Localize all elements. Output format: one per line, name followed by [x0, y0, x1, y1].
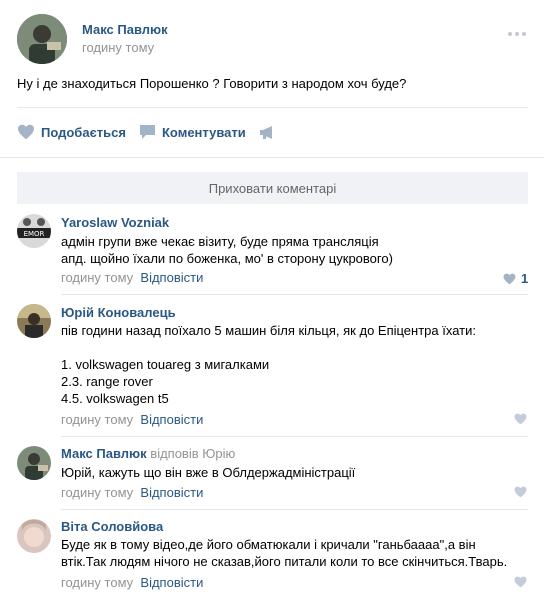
- comment-time[interactable]: годину тому: [61, 270, 133, 285]
- comment-avatar[interactable]: [17, 446, 51, 480]
- comment-author[interactable]: Юрій Коновалець: [61, 305, 176, 320]
- actions-divider: [0, 157, 544, 158]
- heart-icon: [514, 413, 527, 425]
- comment-meta: годину тому Відповісти: [61, 412, 203, 427]
- comment-avatar[interactable]: EMOR: [17, 214, 51, 248]
- comment-avatar[interactable]: [17, 304, 51, 338]
- comment-like-button[interactable]: 1: [503, 271, 528, 286]
- megaphone-icon[interactable]: [259, 125, 275, 143]
- comment-author[interactable]: Yaroslaw Vozniak: [61, 215, 169, 230]
- comment-button[interactable]: Коментувати: [139, 124, 246, 140]
- post-time[interactable]: годину тому: [82, 40, 154, 55]
- comment-time[interactable]: годину тому: [61, 412, 133, 427]
- like-button[interactable]: Подобається: [17, 124, 126, 140]
- hide-comments-button[interactable]: Приховати коментарі: [17, 172, 528, 204]
- comment-text: пів години назад поїхало 5 машин біля кі…: [61, 323, 476, 406]
- heart-icon: [514, 576, 527, 588]
- svg-text:EMOR: EMOR: [24, 230, 45, 238]
- comment-divider: [61, 294, 528, 295]
- comment-time[interactable]: годину тому: [61, 485, 133, 500]
- comment-like-button[interactable]: [514, 576, 527, 591]
- comment-text: Юрій, кажуть що він вже в Облдержадмініс…: [61, 465, 356, 480]
- heart-icon: [18, 124, 34, 140]
- comment-label: Коментувати: [162, 124, 246, 140]
- comment-author[interactable]: Віта Соловйова: [61, 519, 163, 534]
- comment-time[interactable]: годину тому: [61, 575, 133, 590]
- comment-divider: [61, 436, 528, 437]
- reply-button[interactable]: Відповісти: [140, 575, 203, 590]
- comment-text: адмін групи вже чекає візиту, буде пряма…: [61, 234, 393, 266]
- post-author-name[interactable]: Макс Павлюк: [82, 22, 168, 37]
- reply-button[interactable]: Відповісти: [140, 485, 203, 500]
- more-dots-icon[interactable]: [507, 26, 527, 41]
- comment-like-count: 1: [521, 271, 529, 286]
- heart-icon: [514, 486, 527, 498]
- comment-like-button[interactable]: [514, 413, 527, 428]
- reply-button[interactable]: Відповісти: [140, 412, 203, 427]
- comment-author[interactable]: Макс Павлюк: [61, 446, 147, 461]
- comment-divider: [61, 509, 528, 510]
- post-divider: [17, 107, 528, 108]
- like-label: Подобається: [41, 124, 126, 140]
- comment-like-button[interactable]: [514, 486, 527, 501]
- comment-avatar[interactable]: [17, 519, 51, 553]
- hide-comments-label: Приховати коментарі: [208, 180, 337, 196]
- comment-meta: годину тому Відповісти: [61, 485, 203, 500]
- comment-text: Буде як в тому відео,де його обматюкали …: [61, 537, 508, 569]
- heart-icon: [503, 273, 516, 284]
- reply-to-label[interactable]: відповів Юрію: [150, 446, 235, 461]
- comment-meta: годину тому Відповісти: [61, 270, 203, 285]
- comment-meta: годину тому Відповісти: [61, 575, 203, 590]
- reply-button[interactable]: Відповісти: [140, 270, 203, 285]
- post-author-avatar[interactable]: [17, 14, 67, 64]
- comment-header: Макс Павлюк відповів Юрію: [61, 446, 235, 461]
- post-text: Ну і де знаходиться Порошенко ? Говорити…: [17, 76, 407, 91]
- comment-icon: [140, 125, 155, 139]
